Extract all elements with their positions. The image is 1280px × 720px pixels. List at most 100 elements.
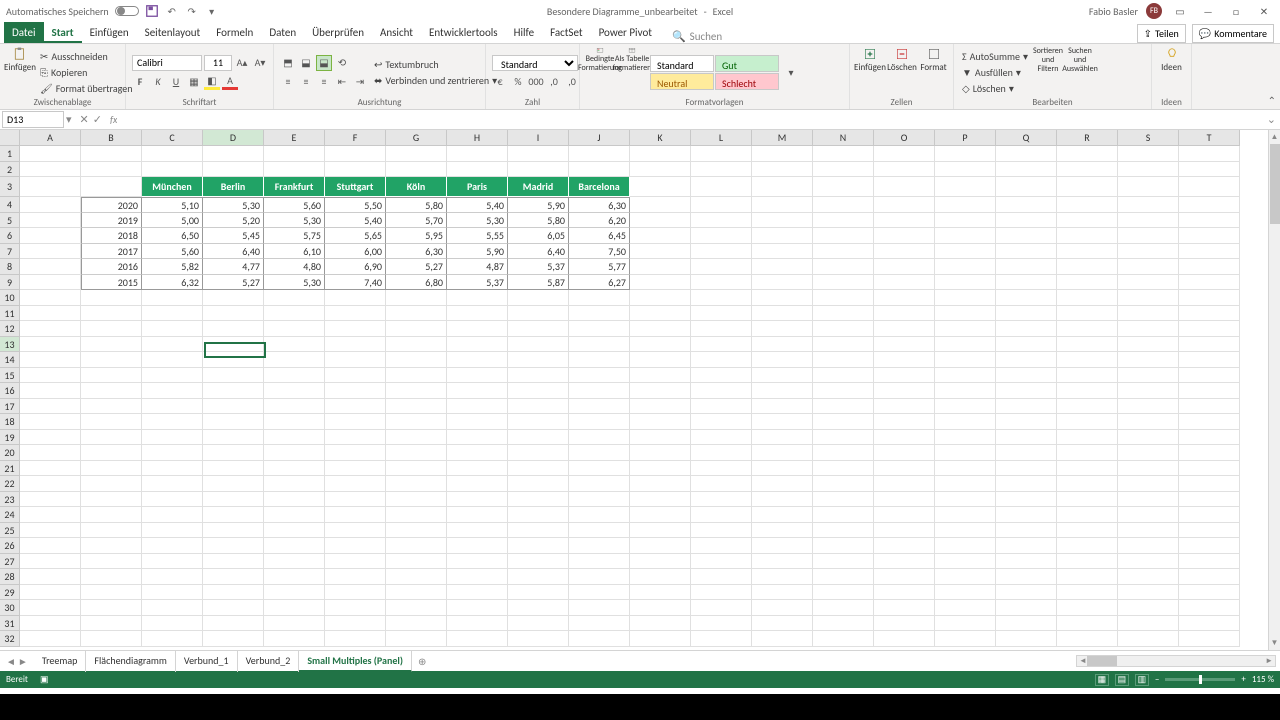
style-neutral[interactable]: Neutral [650,73,714,90]
cell[interactable] [569,162,630,178]
cell[interactable]: Köln [386,177,447,197]
row-header[interactable]: 14 [0,352,20,368]
row-header[interactable]: 22 [0,476,20,492]
cell[interactable] [142,445,203,461]
cell[interactable] [508,414,569,430]
cell[interactable] [996,146,1057,162]
cell[interactable] [203,569,264,585]
cell[interactable] [203,290,264,306]
cell[interactable]: Barcelona [569,177,630,197]
cell[interactable] [1057,383,1118,399]
cell[interactable]: 6,80 [386,275,447,291]
cell[interactable] [447,352,508,368]
sheet-tab[interactable]: Flächendiagramm [86,651,176,672]
row-header[interactable]: 3 [0,177,20,197]
close-icon[interactable]: ✕ [1254,4,1274,18]
cell[interactable] [1118,352,1179,368]
cell[interactable] [691,244,752,260]
row-header[interactable]: 13 [0,337,20,353]
add-sheet-button[interactable]: ⊕ [412,655,432,668]
cell[interactable] [996,507,1057,523]
cell[interactable] [935,507,996,523]
cell[interactable] [508,461,569,477]
cell[interactable] [1057,352,1118,368]
cell[interactable] [20,600,81,616]
cell[interactable] [447,399,508,415]
cell[interactable] [1179,585,1240,601]
indent-dec-icon[interactable]: ⇤ [334,74,350,90]
cell[interactable] [81,321,142,337]
cell[interactable] [630,383,691,399]
cell[interactable] [935,244,996,260]
orientation-icon[interactable]: ⟲ [334,55,350,71]
cell[interactable] [874,213,935,229]
row-header[interactable]: 7 [0,244,20,260]
cell[interactable] [752,523,813,539]
cell[interactable] [1179,290,1240,306]
cell[interactable]: Madrid [508,177,569,197]
border-button[interactable]: ▦ [186,74,202,90]
cell[interactable] [813,476,874,492]
cell[interactable] [447,585,508,601]
cell[interactable] [691,569,752,585]
cell[interactable] [20,275,81,291]
cell[interactable] [81,445,142,461]
col-header[interactable]: D [203,130,264,146]
cell[interactable] [1057,321,1118,337]
wrap-text-button[interactable]: ↩Textumbruch [372,57,499,72]
clear-button[interactable]: ◇Löschen ▾ [960,81,1030,96]
cell[interactable] [630,162,691,178]
cell[interactable] [447,631,508,647]
cell[interactable] [691,616,752,632]
cell[interactable] [874,414,935,430]
cell[interactable] [691,399,752,415]
tab-hilfe[interactable]: Hilfe [506,22,542,43]
cell[interactable] [142,631,203,647]
fill-button[interactable]: ▼Ausfüllen ▾ [960,65,1030,80]
cell[interactable] [325,383,386,399]
cell[interactable] [752,275,813,291]
cell[interactable] [691,445,752,461]
delete-cells-button[interactable]: Löschen [888,47,916,73]
cell[interactable] [935,306,996,322]
row-header[interactable]: 30 [0,600,20,616]
cell[interactable] [935,430,996,446]
minimize-icon[interactable]: — [1198,4,1218,18]
cell[interactable] [325,492,386,508]
cell[interactable] [1118,430,1179,446]
col-header[interactable]: Q [996,130,1057,146]
cell[interactable]: 2015 [81,275,142,291]
cell[interactable] [1057,631,1118,647]
cell[interactable] [630,399,691,415]
cell[interactable] [752,414,813,430]
cell[interactable] [203,507,264,523]
cell[interactable] [996,244,1057,260]
col-header[interactable]: R [1057,130,1118,146]
cell[interactable] [264,523,325,539]
tab-einfuegen[interactable]: Einfügen [82,22,137,43]
cell[interactable] [691,631,752,647]
cell[interactable] [996,585,1057,601]
cell[interactable] [1057,585,1118,601]
cell[interactable] [569,399,630,415]
cell[interactable] [447,569,508,585]
cell[interactable] [569,430,630,446]
cell[interactable] [508,554,569,570]
sheet-tab[interactable]: Treemap [34,651,87,672]
cell[interactable] [874,162,935,178]
cell[interactable] [996,383,1057,399]
cell[interactable] [447,321,508,337]
cell[interactable] [569,631,630,647]
cell[interactable] [508,162,569,178]
cell[interactable] [142,430,203,446]
cell[interactable] [1118,476,1179,492]
cell[interactable] [1118,290,1179,306]
format-table-button[interactable]: Als Tabelle formatieren [618,47,646,73]
cell[interactable] [752,228,813,244]
cell[interactable] [203,306,264,322]
maximize-icon[interactable]: □ [1226,4,1246,18]
cell[interactable]: 2016 [81,259,142,275]
cell[interactable] [203,146,264,162]
cell[interactable] [142,368,203,384]
cell[interactable] [569,523,630,539]
